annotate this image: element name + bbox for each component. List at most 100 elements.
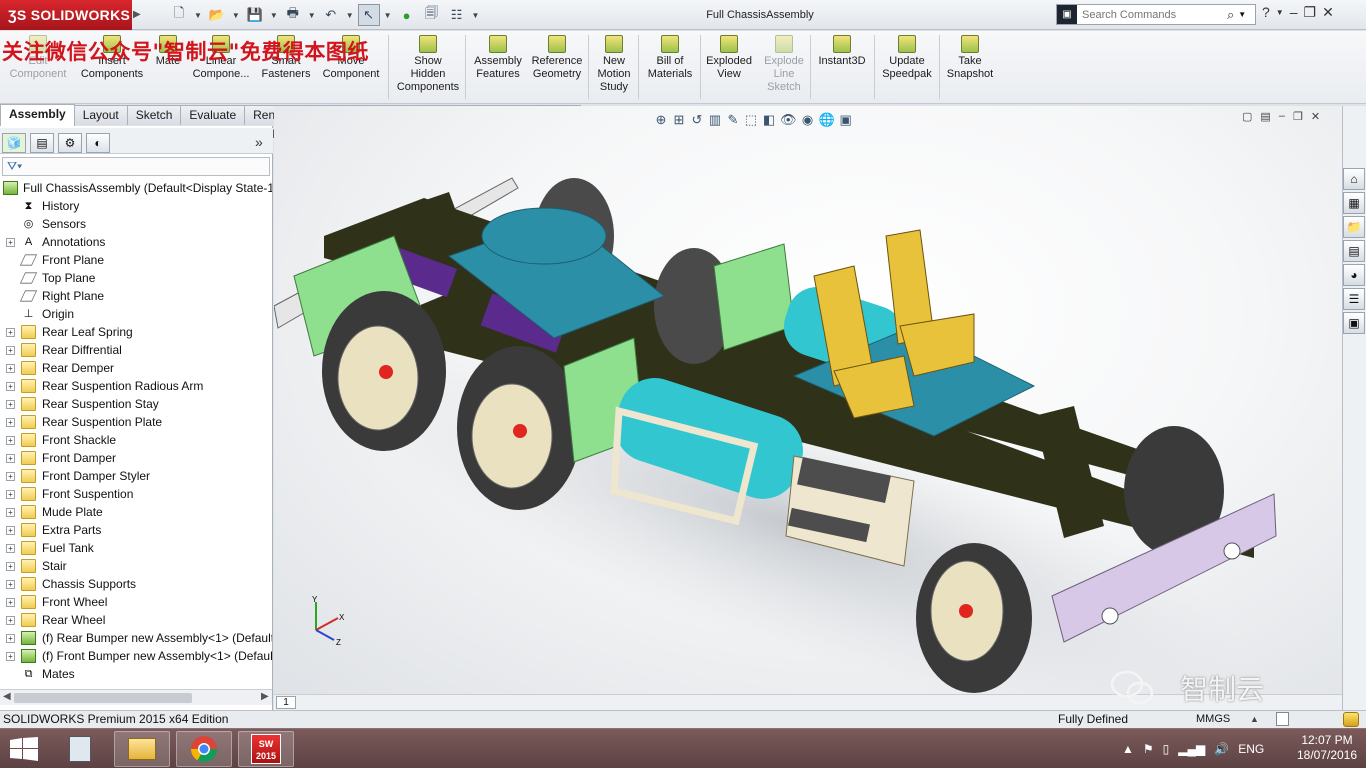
tray-expand-icon[interactable]: ▲: [1122, 742, 1134, 756]
open-folder-icon[interactable]: 📂: [206, 4, 228, 26]
expand-icon[interactable]: +: [6, 328, 15, 337]
ribbon-button-10[interactable]: Bill of Materials: [642, 33, 698, 101]
chrome-app-icon[interactable]: [176, 731, 232, 767]
unit-system[interactable]: MMGS: [1196, 711, 1230, 728]
taskbar-clock[interactable]: 12:07 PM 18/07/2016: [1293, 733, 1361, 763]
rebuild-traffic-light-icon[interactable]: ●: [396, 4, 418, 26]
tree-item[interactable]: + Rear Leaf Spring: [0, 323, 272, 341]
network-adapter-icon[interactable]: ▯: [1163, 742, 1170, 756]
expand-icon[interactable]: +: [6, 436, 15, 445]
ribbon-button-13[interactable]: Instant3D: [812, 33, 872, 101]
edit-appearance-icon[interactable]: ◉: [801, 112, 815, 128]
tree-item[interactable]: + Front Damper: [0, 449, 272, 467]
tree-item[interactable]: + Rear Wheel: [0, 611, 272, 629]
hide-show-items-icon[interactable]: 👁: [780, 112, 797, 128]
tree-item[interactable]: ⧗ History: [0, 197, 272, 215]
tree-item[interactable]: ⊥ Origin: [0, 305, 272, 323]
tree-filter[interactable]: ⛛▾: [2, 157, 270, 176]
rebuild-indicator-icon[interactable]: [1276, 712, 1289, 726]
status-alert-icon[interactable]: [1343, 712, 1359, 727]
file-explorer-app-icon[interactable]: [114, 731, 170, 767]
select-pointer-icon[interactable]: ↖: [357, 4, 380, 26]
graphics-area[interactable]: ⊕ ⊞ ↺ ▥ ✎ ⬚ ◧ 👁 ◉ 🌐 ▣ ▢ ▤ – ❐ ✕ Y X Z: [274, 106, 1342, 694]
display-manager-tab-icon[interactable]: ◐: [86, 133, 110, 153]
expand-icon[interactable]: +: [6, 238, 15, 247]
forum-icon[interactable]: ▣: [1343, 312, 1365, 334]
ribbon-button-14[interactable]: Update Speedpak: [877, 33, 937, 101]
expand-icon[interactable]: +: [6, 580, 15, 589]
volume-icon[interactable]: 🔊: [1214, 742, 1229, 756]
signal-strength-icon[interactable]: ▂▄▆: [1178, 742, 1205, 756]
design-library-icon[interactable]: ▦: [1343, 192, 1365, 214]
tree-item[interactable]: + Front Wheel: [0, 593, 272, 611]
rear-wheel-1[interactable]: [322, 291, 446, 451]
expand-icon[interactable]: +: [6, 454, 15, 463]
tree-item[interactable]: + Mude Plate: [0, 503, 272, 521]
view-palette-icon[interactable]: ▤: [1343, 240, 1365, 262]
expand-icon[interactable]: +: [6, 544, 15, 553]
action-center-flag-icon[interactable]: ⚑: [1143, 742, 1154, 756]
expand-icon[interactable]: +: [6, 346, 15, 355]
logo-menu-arrow-icon[interactable]: ▶: [133, 0, 141, 30]
save-icon[interactable]: 💾: [244, 4, 266, 26]
tree-item[interactable]: + Rear Suspention Plate: [0, 413, 272, 431]
zoom-to-fit-icon[interactable]: ⊕: [654, 112, 668, 128]
zoom-to-area-icon[interactable]: ⊞: [672, 112, 686, 128]
tree-item[interactable]: + A Annotations: [0, 233, 272, 251]
tree-item[interactable]: + Rear Demper: [0, 359, 272, 377]
solidworks-resources-icon[interactable]: ⌂: [1343, 168, 1365, 190]
section-view-icon[interactable]: ▥: [708, 112, 722, 128]
tab-evaluate[interactable]: Evaluate: [180, 105, 246, 125]
select-dropdown-icon[interactable]: ▼: [383, 4, 393, 26]
feature-manager-tab-icon[interactable]: 🧊: [2, 133, 26, 153]
viewport-restore-icon[interactable]: ❐: [1293, 110, 1303, 123]
scroll-right-icon[interactable]: ▶: [261, 691, 269, 702]
tree-item[interactable]: + Fuel Tank: [0, 539, 272, 557]
expand-icon[interactable]: +: [6, 364, 15, 373]
display-style-icon[interactable]: ◧: [762, 112, 776, 128]
open-dropdown-icon[interactable]: ▼: [231, 4, 241, 26]
restore-icon[interactable]: ❐: [1304, 4, 1317, 21]
tree-item[interactable]: + Rear Suspention Stay: [0, 395, 272, 413]
expand-icon[interactable]: +: [6, 616, 15, 625]
ribbon-button-15[interactable]: Take Snapshot: [941, 33, 999, 101]
expand-icon[interactable]: +: [6, 418, 15, 427]
front-wheel-1[interactable]: [916, 543, 1032, 693]
expand-icon[interactable]: +: [6, 562, 15, 571]
viewport-close-icon[interactable]: ✕: [1311, 110, 1320, 123]
close-icon[interactable]: ✕: [1322, 4, 1334, 21]
view-orientation-icon[interactable]: ⬚: [744, 112, 758, 128]
solidworks-app-icon[interactable]: SW 2015: [238, 731, 294, 767]
minimize-icon[interactable]: –: [1290, 4, 1298, 21]
viewport-split-icon[interactable]: ▤: [1260, 110, 1270, 123]
solidworks-logo[interactable]: ƷS SOLIDWORKS: [0, 0, 132, 30]
previous-view-icon[interactable]: ↺: [690, 112, 704, 128]
new-document-icon[interactable]: 🗋: [168, 4, 190, 26]
tree-item[interactable]: + (f) Front Bumper new Assembly<1> (Defau…: [0, 647, 272, 665]
expand-icon[interactable]: +: [6, 472, 15, 481]
ribbon-button-11[interactable]: Exploded View: [703, 33, 755, 101]
ribbon-button-12[interactable]: Explode Line Sketch: [760, 33, 808, 101]
expand-icon[interactable]: +: [6, 598, 15, 607]
panel-horizontal-scrollbar[interactable]: ◀ ▶: [0, 689, 272, 705]
tree-item[interactable]: + Front Damper Styler: [0, 467, 272, 485]
expand-icon[interactable]: +: [6, 526, 15, 535]
undo-dropdown-icon[interactable]: ▼: [345, 4, 355, 26]
chassis-model-3d[interactable]: [274, 106, 1342, 694]
expand-icon[interactable]: +: [6, 634, 15, 643]
fifth-wheel-coupling[interactable]: [481, 207, 607, 265]
ribbon-button-6[interactable]: Show Hidden Components: [393, 33, 463, 101]
ribbon-button-7[interactable]: Assembly Features: [470, 33, 526, 101]
options-icon[interactable]: ☷: [446, 4, 468, 26]
search-icon[interactable]: ⌕: [1227, 7, 1234, 23]
view-settings-icon[interactable]: ▣: [839, 112, 853, 128]
options-dropdown-icon[interactable]: ▼: [471, 4, 481, 26]
windows-start-icon[interactable]: [10, 737, 38, 761]
search-input[interactable]: [1077, 5, 1227, 24]
tree-item[interactable]: + Front Shackle: [0, 431, 272, 449]
expand-icon[interactable]: +: [6, 652, 15, 661]
tab-sketch[interactable]: Sketch: [126, 105, 182, 125]
viewport-tile-icon[interactable]: ▢: [1242, 110, 1252, 123]
tab-layout[interactable]: Layout: [73, 105, 128, 125]
print-dropdown-icon[interactable]: ▼: [307, 4, 317, 26]
